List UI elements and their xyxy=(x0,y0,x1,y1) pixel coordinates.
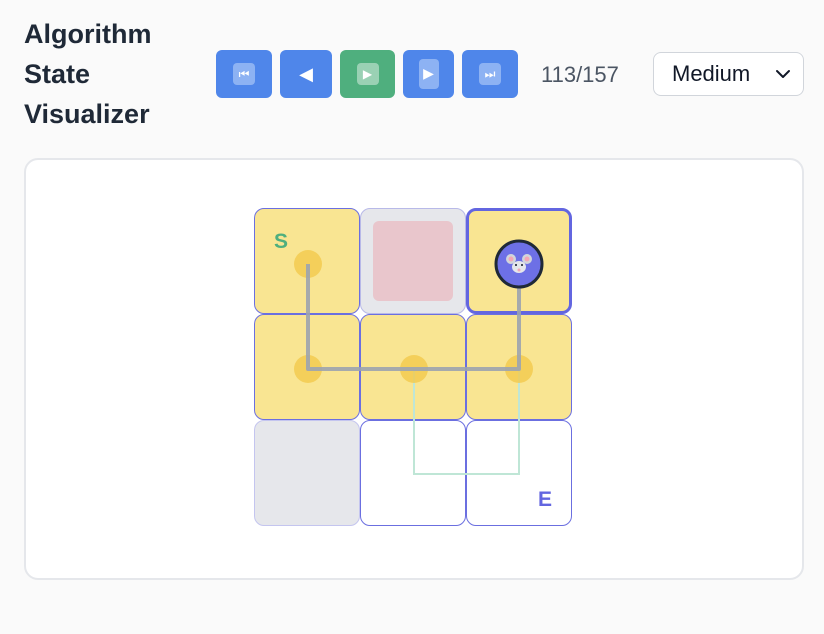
explored-path-line xyxy=(413,369,520,475)
path-overlay xyxy=(294,239,544,475)
current-path-line xyxy=(306,264,521,371)
agent-marker xyxy=(494,239,544,289)
